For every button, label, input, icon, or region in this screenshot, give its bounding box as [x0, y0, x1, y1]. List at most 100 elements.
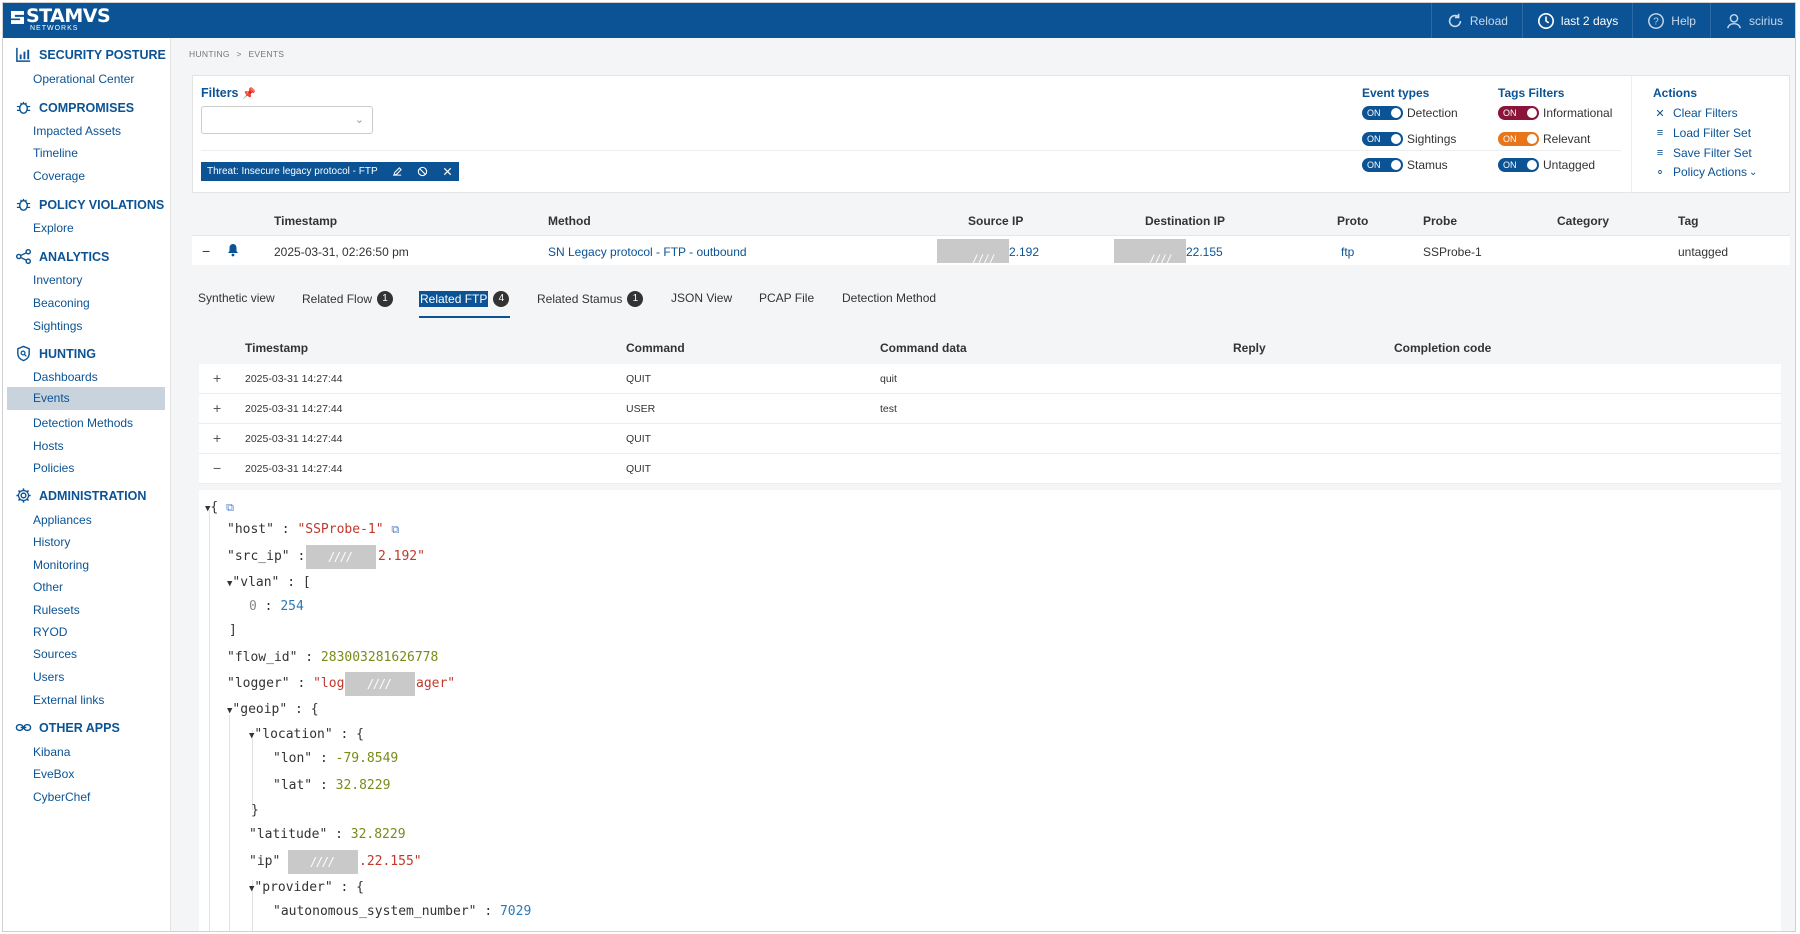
collapse-row-button[interactable]: −	[213, 460, 221, 476]
sidebar-item-cyberchef[interactable]: CyberChef	[33, 790, 90, 804]
tab-related-ftp[interactable]: Related FTP 4	[419, 291, 510, 307]
tab-synthetic-view[interactable]: Synthetic view	[198, 291, 275, 305]
event-type-sightings[interactable]: ON Sightings	[1362, 132, 1456, 146]
copy-icon[interactable]: ⧉	[391, 523, 399, 536]
sidebar-section-hunting[interactable]: HUNTING	[15, 345, 96, 362]
table-row[interactable]: + 2025-03-31 14:27:44 QUIT quit	[199, 364, 1781, 394]
column-header[interactable]: Probe	[1423, 214, 1457, 228]
tag-untagged[interactable]: ON Untagged	[1498, 158, 1595, 172]
json-line-geoip[interactable]: ▼"geoip" : {	[227, 702, 319, 717]
column-header[interactable]: Category	[1557, 214, 1609, 228]
caret-down-icon[interactable]: ▼	[249, 731, 254, 741]
tab-pcap-file[interactable]: PCAP File	[759, 291, 814, 305]
sidebar-item-timeline[interactable]: Timeline	[33, 146, 78, 160]
json-line-provider[interactable]: ▼"provider" : {	[249, 880, 364, 895]
policy-actions-dropdown[interactable]: ⚬ Policy Actions ⌄	[1653, 165, 1757, 179]
sidebar-item-dashboards[interactable]: Dashboards	[33, 370, 98, 384]
help-button[interactable]: ? Help	[1632, 3, 1710, 38]
sidebar-item-events[interactable]: Events	[7, 387, 165, 410]
collapse-row-button[interactable]: −	[202, 243, 210, 259]
sidebar-item-other[interactable]: Other	[33, 580, 63, 594]
caret-down-icon[interactable]: ▼	[249, 884, 254, 894]
filter-select[interactable]: ⌄	[201, 106, 373, 134]
sidebar-item-appliances[interactable]: Appliances	[33, 513, 92, 527]
expand-row-button[interactable]: +	[213, 430, 221, 446]
column-header[interactable]: Command	[626, 341, 685, 355]
sidebar-item-kibana[interactable]: Kibana	[33, 745, 70, 759]
caret-down-icon[interactable]: ▼	[227, 706, 232, 716]
event-type-detection[interactable]: ON Detection	[1362, 106, 1458, 120]
tag-relevant[interactable]: ON Relevant	[1498, 132, 1590, 146]
sidebar-item-ryod[interactable]: RYOD	[33, 625, 67, 639]
sidebar-section-policy-violations[interactable]: POLICY VIOLATIONS	[15, 196, 164, 213]
sidebar-section-administration[interactable]: ADMINISTRATION	[15, 487, 146, 504]
table-row[interactable]: + 2025-03-31 14:27:44 QUIT	[199, 424, 1781, 454]
edit-icon[interactable]	[392, 166, 403, 177]
column-header[interactable]: Reply	[1233, 341, 1266, 355]
sidebar-item-operational-center[interactable]: Operational Center	[33, 72, 134, 86]
sidebar-section-analytics[interactable]: ANALYTICS	[15, 248, 109, 265]
clear-filters-button[interactable]: ✕ Clear Filters	[1653, 106, 1737, 120]
breadcrumb-root[interactable]: HUNTING	[189, 49, 230, 59]
destination-ip-link[interactable]: 22.155	[1186, 245, 1223, 259]
column-header[interactable]: Source IP	[968, 214, 1023, 228]
filter-chip[interactable]: Threat: Insecure legacy protocol - FTP	[201, 162, 459, 181]
sidebar-item-external-links[interactable]: External links	[33, 693, 104, 707]
table-row[interactable]: − 2025-03-31 14:27:44 QUIT	[199, 454, 1781, 484]
json-root-open[interactable]: ▼{ ⧉	[205, 500, 234, 515]
toggle-switch[interactable]: ON	[1362, 106, 1403, 120]
table-row[interactable]: − 2025-03-31, 02:26:50 pm SN Legacy prot…	[192, 235, 1790, 267]
json-line-vlan[interactable]: ▼"vlan" : [	[227, 575, 311, 590]
column-header[interactable]: Command data	[880, 341, 967, 355]
expand-row-button[interactable]: +	[213, 400, 221, 416]
column-header[interactable]: Tag	[1678, 214, 1698, 228]
sidebar-section-compromises[interactable]: COMPROMISES	[15, 99, 134, 116]
table-row[interactable]: + 2025-03-31 14:27:44 USER test	[199, 394, 1781, 424]
sidebar-item-sightings[interactable]: Sightings	[33, 319, 82, 333]
sidebar-item-rulesets[interactable]: Rulesets	[33, 603, 80, 617]
sidebar-section-other-apps[interactable]: OTHER APPS	[15, 719, 120, 736]
sidebar-item-hosts[interactable]: Hosts	[33, 439, 64, 453]
sidebar-item-users[interactable]: Users	[33, 670, 64, 684]
load-filter-set-button[interactable]: ≡ Load Filter Set	[1653, 126, 1751, 140]
negate-icon[interactable]	[417, 166, 428, 177]
sidebar-item-explore[interactable]: Explore	[33, 221, 74, 235]
caret-down-icon[interactable]: ▼	[205, 504, 210, 514]
toggle-switch[interactable]: ON	[1362, 158, 1403, 172]
sidebar-item-evebox[interactable]: EveBox	[33, 767, 74, 781]
json-line-location[interactable]: ▼"location" : {	[249, 727, 364, 742]
column-header[interactable]: Method	[548, 214, 591, 228]
column-header[interactable]: Proto	[1337, 214, 1368, 228]
copy-icon[interactable]: ⧉	[226, 501, 234, 514]
sidebar-item-monitoring[interactable]: Monitoring	[33, 558, 89, 572]
proto-link[interactable]: ftp	[1341, 245, 1354, 259]
sidebar-item-coverage[interactable]: Coverage	[33, 169, 85, 183]
event-type-stamus[interactable]: ON Stamus	[1362, 158, 1448, 172]
sidebar-item-history[interactable]: History	[33, 535, 70, 549]
tab-related-stamus[interactable]: Related Stamus 1	[537, 291, 644, 307]
sidebar-item-policies[interactable]: Policies	[33, 461, 74, 475]
tab-detection-method[interactable]: Detection Method	[842, 291, 936, 305]
caret-down-icon[interactable]: ▼	[227, 579, 232, 589]
tag-informational[interactable]: ON Informational	[1498, 106, 1612, 120]
time-range-button[interactable]: last 2 days	[1521, 3, 1632, 38]
save-filter-set-button[interactable]: ≡ Save Filter Set	[1653, 146, 1752, 160]
tab-json-view[interactable]: JSON View	[671, 291, 732, 305]
sidebar-item-inventory[interactable]: Inventory	[33, 273, 82, 287]
sidebar-item-beaconing[interactable]: Beaconing	[33, 296, 90, 310]
column-header[interactable]: Destination IP	[1145, 214, 1225, 228]
sidebar-item-impacted-assets[interactable]: Impacted Assets	[33, 124, 121, 138]
toggle-switch[interactable]: ON	[1498, 106, 1539, 120]
toggle-switch[interactable]: ON	[1498, 158, 1539, 172]
user-menu[interactable]: scirius	[1709, 3, 1795, 38]
tab-related-flow[interactable]: Related Flow 1	[302, 291, 394, 307]
column-header[interactable]: Completion code	[1394, 341, 1491, 355]
sidebar-section-security-posture[interactable]: SECURITY POSTURE	[15, 46, 166, 63]
source-ip-link[interactable]: 2.192	[1009, 245, 1039, 259]
toggle-switch[interactable]: ON	[1362, 132, 1403, 146]
close-icon[interactable]	[442, 166, 453, 177]
toggle-switch[interactable]: ON	[1498, 132, 1539, 146]
reload-button[interactable]: Reload	[1430, 3, 1522, 38]
brand-logo[interactable]: STAMVS NETWORKS	[11, 7, 111, 32]
column-header[interactable]: Timestamp	[274, 214, 337, 228]
